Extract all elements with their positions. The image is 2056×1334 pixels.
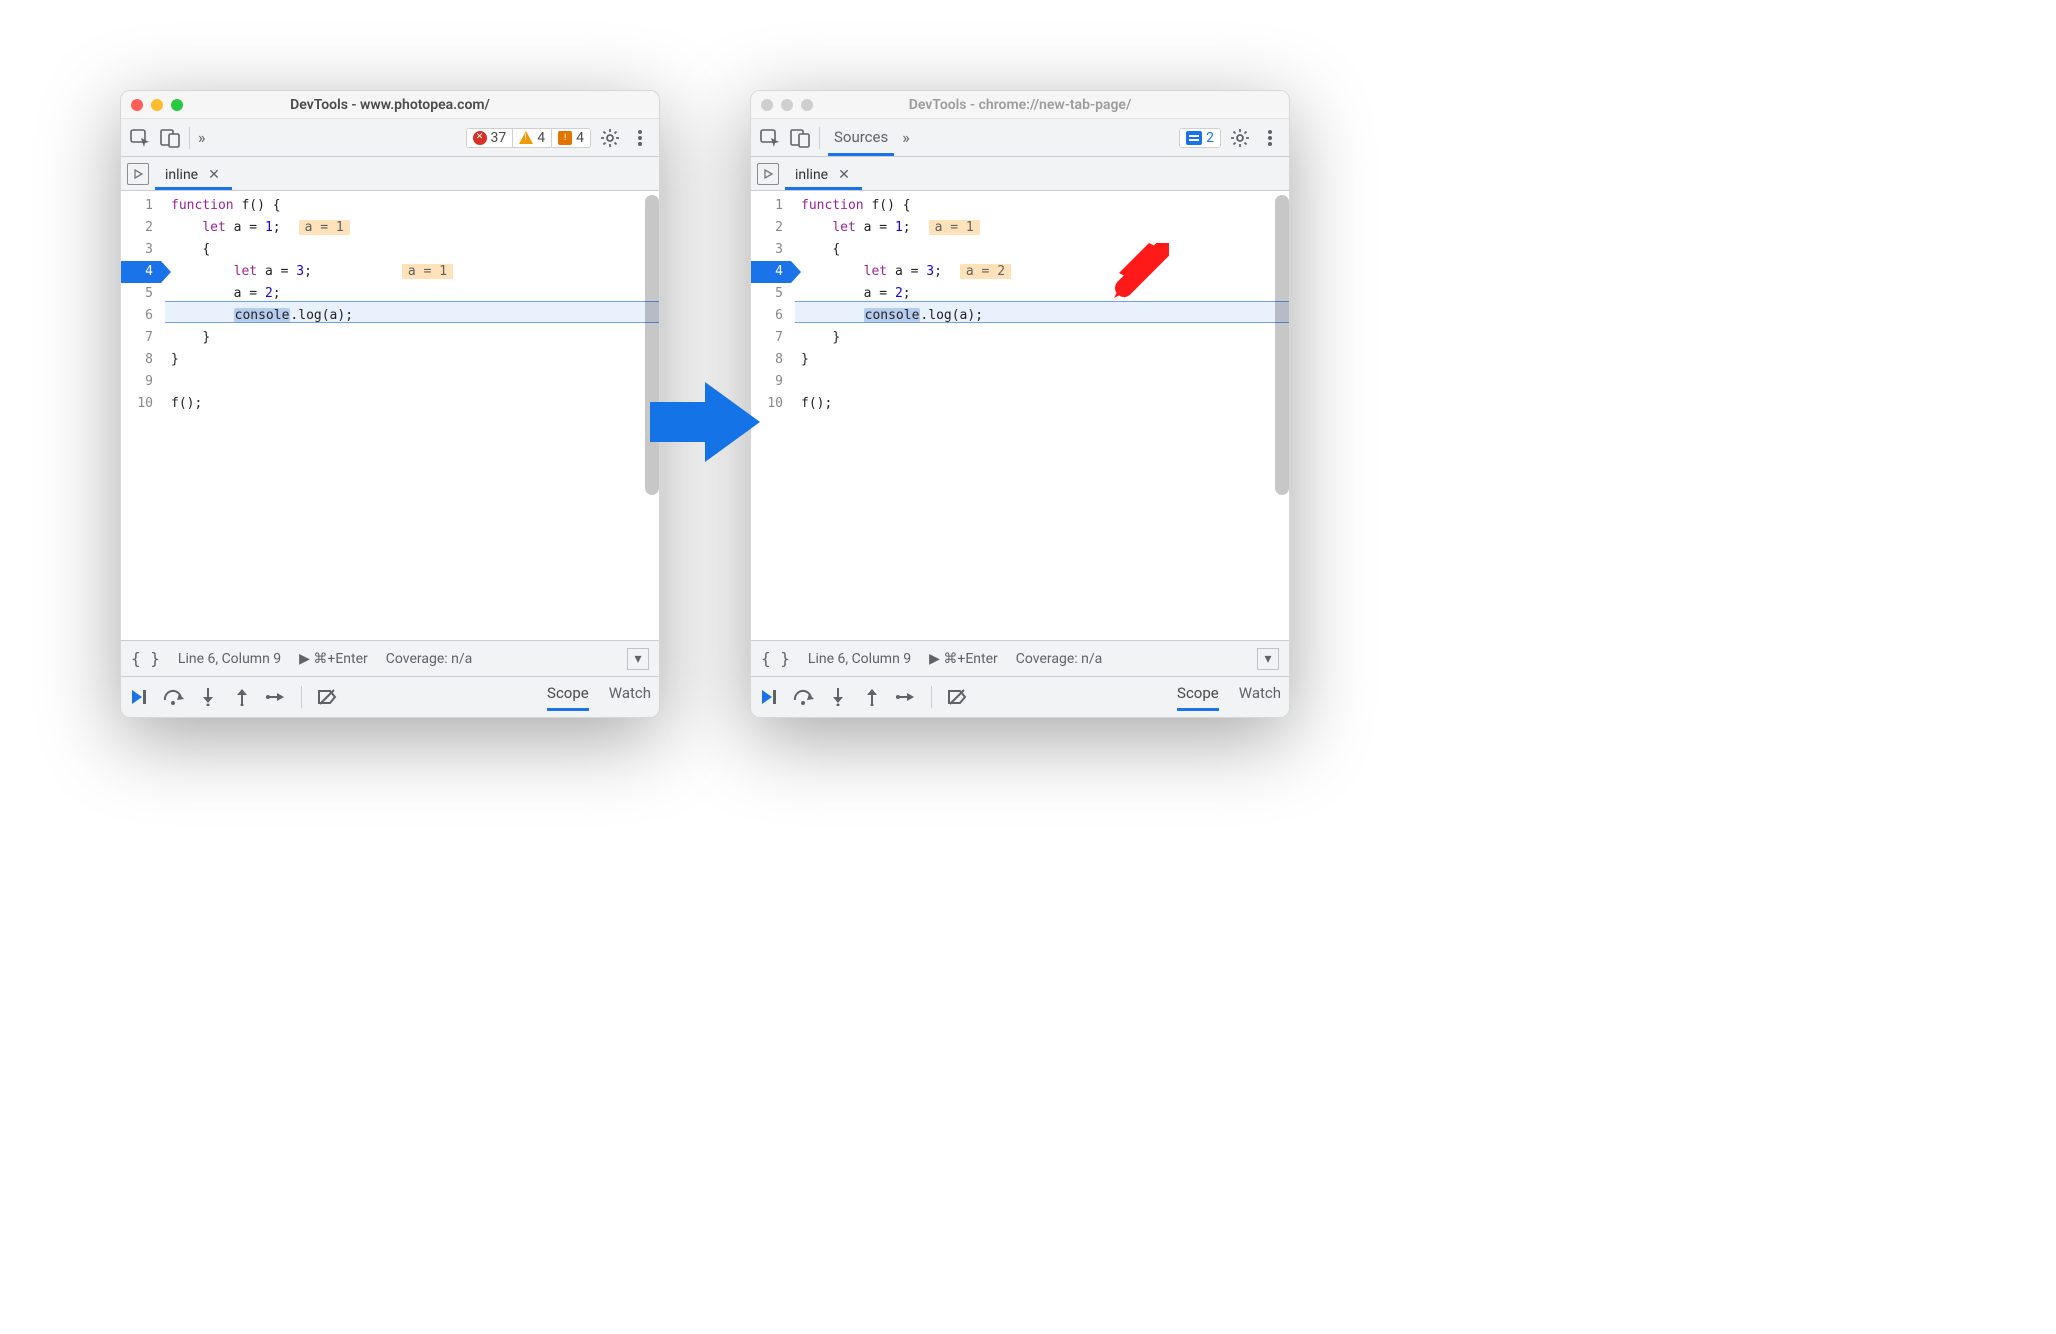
transition-arrow-icon xyxy=(650,377,760,471)
resume-button[interactable] xyxy=(129,686,151,708)
deactivate-breakpoints-button[interactable] xyxy=(316,686,338,708)
code-editor[interactable]: 123 4 5678910 function f() { let a = 1;a… xyxy=(751,191,1289,641)
pretty-print-icon[interactable]: { } xyxy=(761,649,790,668)
window-title: DevTools - www.photopea.com/ xyxy=(121,97,659,113)
selected-token: console xyxy=(234,308,291,323)
error-icon xyxy=(473,131,487,145)
code-editor[interactable]: 123 4 5678910 function f() { let a = 1;a… xyxy=(121,191,659,641)
navigator-toggle-icon[interactable] xyxy=(127,163,149,185)
zoom-window-icon[interactable] xyxy=(171,99,183,111)
deactivate-breakpoints-button[interactable] xyxy=(946,686,968,708)
inspect-element-icon[interactable] xyxy=(129,127,151,149)
devtools-window-left: DevTools - www.photopea.com/ » 37 4 4 xyxy=(120,90,660,718)
settings-icon[interactable] xyxy=(599,127,621,149)
debugger-toolbar: Scope Watch xyxy=(751,677,1289,717)
inline-value: a = 1 xyxy=(402,264,453,279)
device-toolbar-icon[interactable] xyxy=(159,127,181,149)
inline-value: a = 1 xyxy=(299,220,350,235)
vertical-scrollbar[interactable] xyxy=(1275,195,1289,495)
titlebar[interactable]: DevTools - chrome://new-tab-page/ xyxy=(751,91,1289,119)
file-tab-label: inline xyxy=(165,167,198,183)
debugger-toolbar: Scope Watch xyxy=(121,677,659,717)
message-count-badge[interactable]: 2 xyxy=(1180,129,1220,147)
step-out-button[interactable] xyxy=(861,686,883,708)
titlebar[interactable]: DevTools - www.photopea.com/ xyxy=(121,91,659,119)
issue-icon xyxy=(558,131,572,145)
scope-tab[interactable]: Scope xyxy=(547,684,589,711)
more-menu-icon[interactable] xyxy=(629,127,651,149)
minimize-window-icon[interactable] xyxy=(781,99,793,111)
watch-tab[interactable]: Watch xyxy=(1239,684,1281,711)
minimize-window-icon[interactable] xyxy=(151,99,163,111)
warning-icon xyxy=(519,131,533,144)
warning-count-badge[interactable]: 4 xyxy=(513,129,552,147)
inspect-element-icon[interactable] xyxy=(759,127,781,149)
coverage-status: Coverage: n/a xyxy=(386,651,472,667)
close-window-icon[interactable] xyxy=(761,99,773,111)
tab-strip: inline ✕ xyxy=(121,157,659,191)
sources-panel-tab[interactable]: Sources xyxy=(828,119,894,156)
watch-tab[interactable]: Watch xyxy=(609,684,651,711)
step-into-button[interactable] xyxy=(197,686,219,708)
zoom-window-icon[interactable] xyxy=(801,99,813,111)
more-panels-icon[interactable]: » xyxy=(902,128,910,147)
file-tab-inline[interactable]: inline ✕ xyxy=(155,161,232,190)
scope-tab[interactable]: Scope xyxy=(1177,684,1219,711)
step-over-button[interactable] xyxy=(793,686,815,708)
pretty-print-icon[interactable]: { } xyxy=(131,649,160,668)
debug-panel-tabs: Scope Watch xyxy=(1177,684,1281,711)
console-counters[interactable]: 2 xyxy=(1179,128,1221,148)
tab-strip: inline ✕ xyxy=(751,157,1289,191)
close-tab-icon[interactable]: ✕ xyxy=(206,167,222,183)
inline-value: a = 1 xyxy=(929,220,980,235)
step-out-button[interactable] xyxy=(231,686,253,708)
execution-line-marker: 4 xyxy=(751,261,791,283)
run-snippet-hint[interactable]: ▶ ⌘+Enter xyxy=(929,651,998,667)
code-content[interactable]: function f() { let a = 1;a = 1 { let a =… xyxy=(795,191,1289,640)
issue-count: 4 xyxy=(576,130,584,146)
cursor-position: Line 6, Column 9 xyxy=(178,651,281,667)
close-window-icon[interactable] xyxy=(131,99,143,111)
step-button[interactable] xyxy=(265,686,287,708)
console-counters[interactable]: 37 4 4 xyxy=(466,128,592,148)
issue-count-badge[interactable]: 4 xyxy=(552,129,590,147)
editor-status-bar: { } Line 6, Column 9 ▶ ⌘+Enter Coverage:… xyxy=(121,641,659,677)
more-panels-icon[interactable]: » xyxy=(198,128,206,147)
execution-line-marker: 4 xyxy=(121,261,161,283)
warning-count: 4 xyxy=(537,130,545,146)
devtools-window-right: DevTools - chrome://new-tab-page/ Source… xyxy=(750,90,1290,718)
window-title: DevTools - chrome://new-tab-page/ xyxy=(751,97,1289,113)
main-toolbar: Sources » 2 xyxy=(751,119,1289,157)
debug-panel-tabs: Scope Watch xyxy=(547,684,651,711)
file-tab-inline[interactable]: inline ✕ xyxy=(785,161,862,190)
close-tab-icon[interactable]: ✕ xyxy=(836,167,852,183)
step-over-button[interactable] xyxy=(163,686,185,708)
status-dropdown-icon[interactable]: ▾ xyxy=(627,648,649,670)
navigator-toggle-icon[interactable] xyxy=(757,163,779,185)
code-content[interactable]: function f() { let a = 1;a = 1 { let a =… xyxy=(165,191,659,640)
error-count-badge[interactable]: 37 xyxy=(467,129,514,147)
run-snippet-hint[interactable]: ▶ ⌘+Enter xyxy=(299,651,368,667)
status-dropdown-icon[interactable]: ▾ xyxy=(1257,648,1279,670)
line-gutter[interactable]: 123 4 5678910 xyxy=(121,191,165,640)
cursor-position: Line 6, Column 9 xyxy=(808,651,911,667)
resume-button[interactable] xyxy=(759,686,781,708)
main-toolbar: » 37 4 4 xyxy=(121,119,659,157)
inline-value: a = 2 xyxy=(960,264,1011,279)
separator xyxy=(189,127,190,149)
settings-icon[interactable] xyxy=(1229,127,1251,149)
coverage-status: Coverage: n/a xyxy=(1016,651,1102,667)
step-into-button[interactable] xyxy=(827,686,849,708)
editor-status-bar: { } Line 6, Column 9 ▶ ⌘+Enter Coverage:… xyxy=(751,641,1289,677)
error-count: 37 xyxy=(491,130,507,146)
traffic-lights xyxy=(761,99,813,111)
traffic-lights xyxy=(131,99,183,111)
message-icon xyxy=(1186,131,1202,145)
selected-token: console xyxy=(864,308,921,323)
message-count: 2 xyxy=(1206,130,1214,146)
step-button[interactable] xyxy=(895,686,917,708)
device-toolbar-icon[interactable] xyxy=(789,127,811,149)
more-menu-icon[interactable] xyxy=(1259,127,1281,149)
file-tab-label: inline xyxy=(795,167,828,183)
